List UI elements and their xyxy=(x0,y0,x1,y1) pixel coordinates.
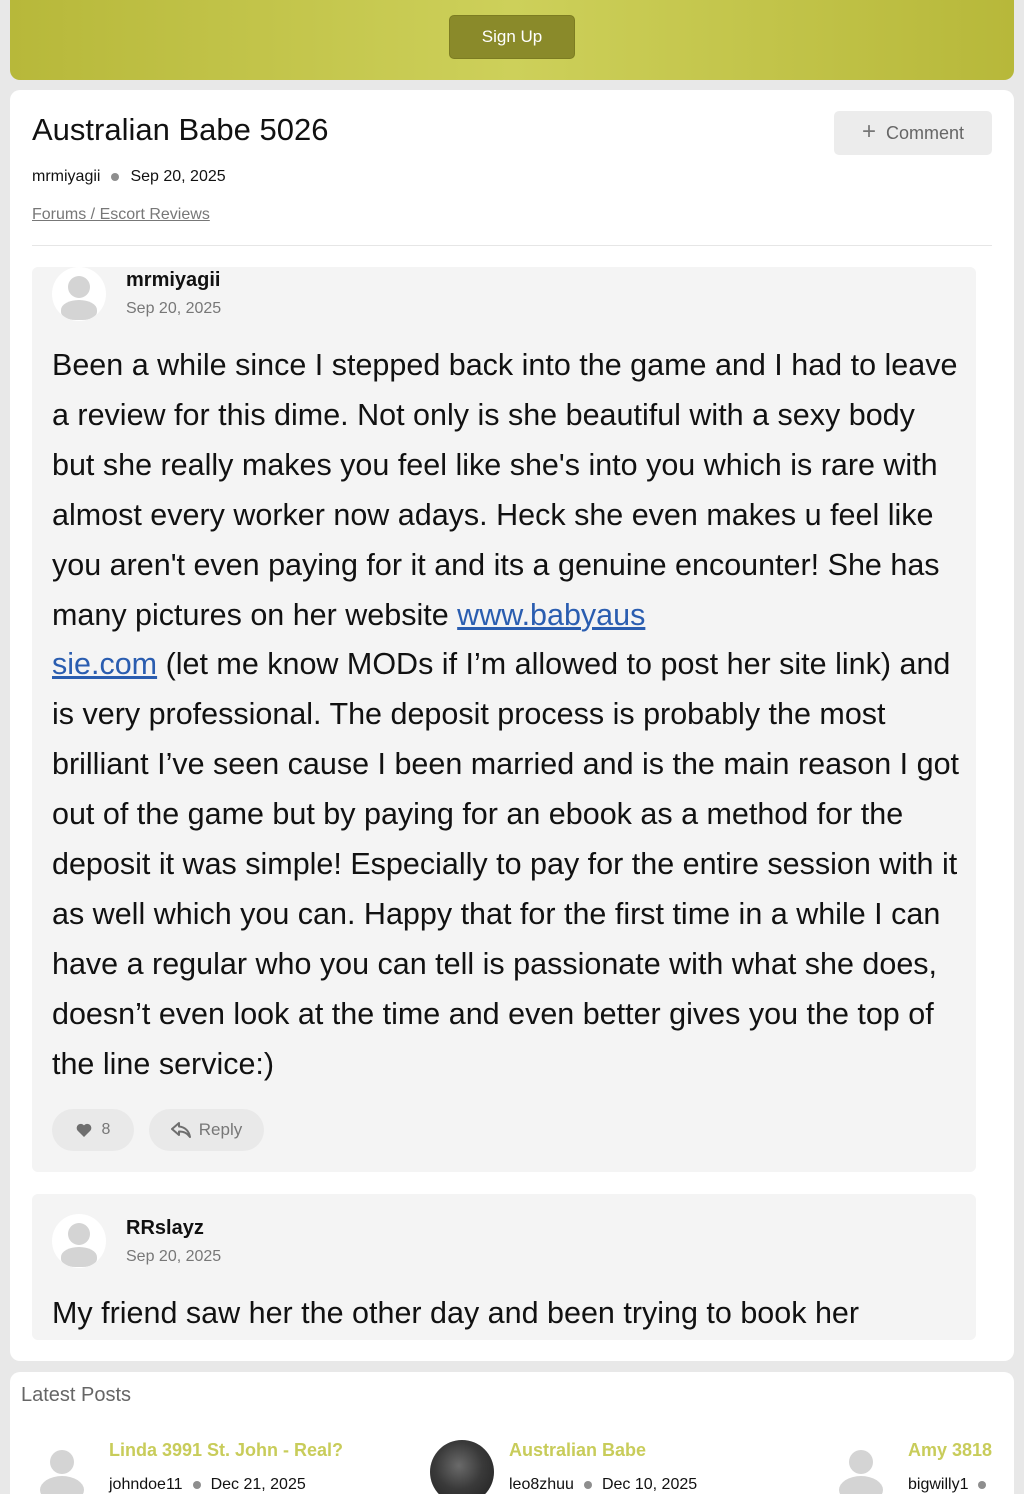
latest-post-title[interactable]: Linda 3991 St. John - Real? xyxy=(109,1440,343,1461)
post-date: Sep 20, 2025 xyxy=(126,300,222,317)
avatar-placeholder-body xyxy=(40,1476,84,1494)
latest-post-author[interactable]: bigwilly1 xyxy=(908,1476,968,1494)
avatar-placeholder-body xyxy=(839,1476,883,1494)
latest-post-meta: johndoe11 Dec 21, 2025 xyxy=(109,1476,306,1494)
latest-post-meta: bigwilly1 xyxy=(908,1476,996,1494)
avatar-placeholder-body xyxy=(61,300,97,320)
latest-post-date: Dec 10, 2025 xyxy=(601,1476,698,1493)
reply-button[interactable]: Reply xyxy=(149,1109,264,1151)
comment-button-label: Comment xyxy=(885,122,965,143)
avatar xyxy=(30,1440,94,1494)
thread-meta: mrmiyagii Sep 20, 2025 xyxy=(32,168,226,186)
thread-panel: Australian Babe 5026 + Comment mrmiyagii… xyxy=(10,90,1014,1361)
website-link-part2: sie.com xyxy=(52,647,158,682)
post-text-before-link: Been a while since I stepped back into t… xyxy=(52,348,958,632)
avatar-placeholder-icon xyxy=(849,1450,873,1474)
avatar-placeholder-icon xyxy=(68,1223,90,1245)
heart-icon xyxy=(76,1123,91,1137)
latest-post-author[interactable]: johndoe11 xyxy=(109,1476,183,1494)
separator-dot xyxy=(978,1481,987,1489)
signup-button[interactable]: Sign Up xyxy=(449,15,575,59)
post-date: Sep 20, 2025 xyxy=(126,1248,222,1265)
thread-title: Australian Babe 5026 xyxy=(32,112,329,147)
avatar-placeholder-icon xyxy=(50,1450,74,1474)
avatar xyxy=(829,1440,893,1494)
post-author[interactable]: RRslayz xyxy=(126,1217,204,1240)
thread-date: Sep 20, 2025 xyxy=(130,168,226,185)
latest-posts-title: Latest Posts xyxy=(21,1384,132,1406)
thread-author[interactable]: mrmiyagii xyxy=(32,168,100,186)
post: mrmiyagii Sep 20, 2025 Been a while sinc… xyxy=(32,267,976,1172)
top-banner: Sign Up xyxy=(10,0,1014,80)
post-author[interactable]: mrmiyagii xyxy=(126,269,220,292)
avatar-placeholder-body xyxy=(61,1247,97,1267)
latest-posts-panel: Latest Posts Linda 3991 St. John - Real?… xyxy=(10,1372,1014,1494)
avatar-placeholder-icon xyxy=(68,276,90,298)
plus-icon: + xyxy=(861,118,876,145)
separator-dot xyxy=(583,1481,592,1489)
divider xyxy=(32,245,992,246)
breadcrumb[interactable]: Forums / Escort Reviews xyxy=(32,206,210,224)
post-text-after-link: (let me know MODs if I’m allowed to post… xyxy=(52,647,960,1081)
like-button[interactable]: 8 xyxy=(52,1109,134,1151)
latest-post-title[interactable]: Amy 3818 xyxy=(908,1440,992,1461)
latest-post-title[interactable]: Australian Babe xyxy=(509,1440,646,1461)
post-body: Been a while since I stepped back into t… xyxy=(52,341,962,1090)
separator-dot xyxy=(192,1481,201,1489)
like-count: 8 xyxy=(101,1121,111,1138)
website-link-part1: www.babyaus xyxy=(457,597,646,632)
latest-post-date: Dec 21, 2025 xyxy=(210,1476,306,1493)
post: RRslayz Sep 20, 2025 My friend saw her t… xyxy=(32,1194,976,1340)
separator-dot xyxy=(111,173,120,181)
user-photo-avatar xyxy=(430,1440,494,1494)
reply-label: Reply xyxy=(198,1120,243,1139)
reply-icon xyxy=(170,1122,191,1138)
post-body: My friend saw her the other day and been… xyxy=(52,1296,860,1330)
avatar[interactable] xyxy=(52,1214,106,1268)
latest-post-meta: leo8zhuu Dec 10, 2025 xyxy=(509,1476,697,1494)
avatar[interactable] xyxy=(52,267,106,321)
comment-button[interactable]: + Comment xyxy=(834,111,992,155)
latest-post-author[interactable]: leo8zhuu xyxy=(509,1476,574,1494)
